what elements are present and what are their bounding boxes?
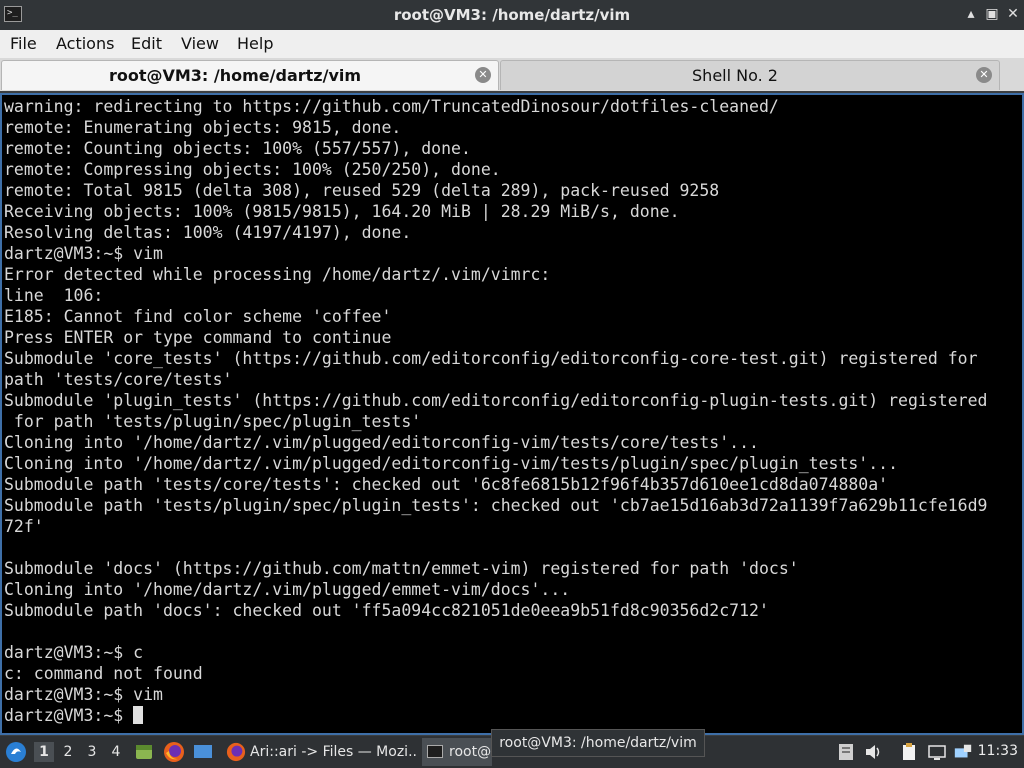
terminal-line: for path 'tests/plugin/spec/plugin_tests…	[4, 412, 422, 431]
text-cursor	[133, 706, 144, 724]
terminal-line: Cloning into '/home/dartz/.vim/plugged/e…	[4, 454, 899, 473]
terminal-line: E185: Cannot find color scheme 'coffee'	[4, 307, 392, 326]
terminal-line: Receiving objects: 100% (9815/9815), 164…	[4, 202, 680, 221]
terminal-line: remote: Compressing objects: 100% (250/2…	[4, 160, 501, 179]
terminal-line: c: command not found	[4, 664, 203, 683]
task-label: root@	[449, 744, 492, 760]
terminal-prompt: dartz@VM3:~$	[4, 706, 134, 725]
clipboard-manager-icon[interactable]	[899, 742, 919, 762]
task-label: Ari::ari -> Files — Mozi...	[250, 744, 418, 760]
task-terminal[interactable]: root@	[422, 738, 492, 766]
clock[interactable]: 11:33	[978, 743, 1018, 759]
window-title: root@VM3: /home/dartz/vim	[393, 6, 631, 24]
menu-view[interactable]: View	[181, 34, 219, 53]
tab-bar: root@VM3: /home/dartz/vim ✕ Shell No. 2 …	[0, 58, 1024, 91]
terminal-line: remote: Counting objects: 100% (557/557)…	[4, 139, 471, 158]
terminal-line: Submodule path 'tests/core/tests': check…	[4, 475, 889, 494]
tab-label: root@VM3: /home/dartz/vim	[108, 66, 362, 85]
terminal-line: Submodule 'core_tests' (https://github.c…	[4, 349, 978, 368]
minimize-icon[interactable]: ▴	[962, 5, 980, 23]
menu-edit[interactable]: Edit	[131, 34, 162, 53]
terminal-line: Submodule 'docs' (https://github.com/mat…	[4, 559, 799, 578]
terminal-line: remote: Total 9815 (delta 308), reused 5…	[4, 181, 720, 200]
terminal-line: Error detected while processing /home/da…	[4, 265, 551, 284]
terminal-prompt-line[interactable]: dartz@VM3:~$	[4, 705, 1018, 726]
terminal-line: 72f'	[4, 517, 44, 536]
terminal-line: Cloning into '/home/dartz/.vim/plugged/e…	[4, 433, 759, 452]
terminal-line: Submodule path 'docs': checked out 'ff5a…	[4, 601, 769, 620]
terminal-line: Press ENTER or type command to continue	[4, 328, 392, 347]
network-icon[interactable]	[953, 742, 973, 762]
terminal-line: line 106:	[4, 286, 104, 305]
tab-label: Shell No. 2	[692, 66, 778, 85]
terminal-line: Cloning into '/home/dartz/.vim/plugged/e…	[4, 580, 571, 599]
menu-bar: File Actions Edit View Help	[0, 30, 1024, 59]
terminal-line: Submodule path 'tests/plugin/spec/plugin…	[4, 496, 988, 515]
terminal-line: Resolving deltas: 100% (4197/4197), done…	[4, 223, 412, 242]
terminal-icon	[427, 745, 443, 758]
terminal-line: remote: Enumerating objects: 9815, done.	[4, 118, 402, 137]
workspace-3[interactable]: 3	[82, 742, 102, 762]
firefox-icon[interactable]	[163, 741, 185, 763]
firefox-icon	[226, 742, 246, 762]
maximize-icon[interactable]: ▣	[983, 5, 1001, 23]
tab-shell-no-2[interactable]: Shell No. 2 ✕	[500, 60, 1000, 90]
terminal-output: warning: redirecting to https://github.c…	[4, 96, 1018, 726]
terminal-line: dartz@VM3:~$ vim	[4, 685, 163, 704]
workspace-1[interactable]: 1	[34, 742, 54, 762]
terminal-line: Submodule 'plugin_tests' (https://github…	[4, 391, 988, 410]
terminal-line: dartz@VM3:~$ c	[4, 643, 144, 662]
task-firefox[interactable]: Ari::ari -> Files — Mozi...	[222, 738, 418, 766]
display-icon[interactable]	[927, 742, 947, 762]
title-bar: >_ root@VM3: /home/dartz/vim ▴ ▣ ✕	[0, 0, 1024, 30]
terminal-view[interactable]: warning: redirecting to https://github.c…	[0, 93, 1024, 735]
menu-file[interactable]: File	[10, 34, 37, 53]
terminal-line: dartz@VM3:~$ vim	[4, 244, 163, 263]
workspace-4[interactable]: 4	[106, 742, 126, 762]
terminal-line: path 'tests/core/tests'	[4, 370, 233, 389]
taskbar-tooltip: root@VM3: /home/dartz/vim	[491, 729, 705, 757]
terminal-line: warning: redirecting to https://github.c…	[4, 97, 779, 116]
volume-icon[interactable]	[863, 742, 883, 762]
menu-help[interactable]: Help	[237, 34, 273, 53]
tab-close-icon[interactable]: ✕	[475, 67, 491, 83]
file-manager-icon[interactable]	[134, 742, 154, 762]
start-menu-icon[interactable]	[5, 741, 27, 763]
tab-close-icon[interactable]: ✕	[976, 67, 992, 83]
clipboard-icon[interactable]	[836, 742, 856, 762]
workspace-2[interactable]: 2	[58, 742, 78, 762]
menu-actions[interactable]: Actions	[56, 34, 114, 53]
show-desktop-icon[interactable]	[193, 743, 213, 761]
close-icon[interactable]: ✕	[1004, 5, 1022, 23]
tab-root-vm3[interactable]: root@VM3: /home/dartz/vim ✕	[1, 60, 499, 90]
